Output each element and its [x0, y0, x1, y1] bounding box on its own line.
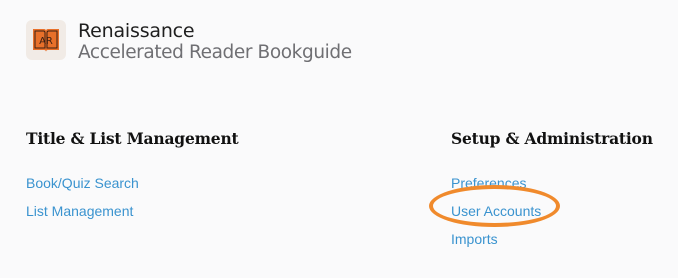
section-heading-setup-administration: Setup & Administration — [451, 129, 653, 148]
title-list-management-section: Title & List Management Book/Quiz Search… — [26, 128, 239, 225]
title-list-management-links: Book/Quiz Search List Management — [26, 169, 239, 225]
book-quiz-search-link[interactable]: Book/Quiz Search — [26, 169, 239, 197]
section-heading-title-list-management: Title & List Management — [26, 129, 239, 148]
ar-book-icon: AR — [33, 29, 59, 52]
brand-name: Renaissance — [78, 20, 195, 42]
list-management-link[interactable]: List Management — [26, 197, 239, 225]
setup-administration-section: Setup & Administration Preferences User … — [451, 128, 653, 253]
imports-link[interactable]: Imports — [451, 225, 653, 253]
user-accounts-link[interactable]: User Accounts — [451, 197, 653, 225]
ar-logo[interactable]: AR — [26, 20, 66, 60]
svg-text:AR: AR — [39, 36, 53, 47]
product-name: Accelerated Reader Bookguide — [78, 42, 352, 63]
brand: Renaissance Accelerated Reader Bookguide — [78, 20, 352, 64]
setup-administration-links: Preferences User Accounts Imports — [451, 169, 653, 253]
preferences-link[interactable]: Preferences — [451, 169, 653, 197]
